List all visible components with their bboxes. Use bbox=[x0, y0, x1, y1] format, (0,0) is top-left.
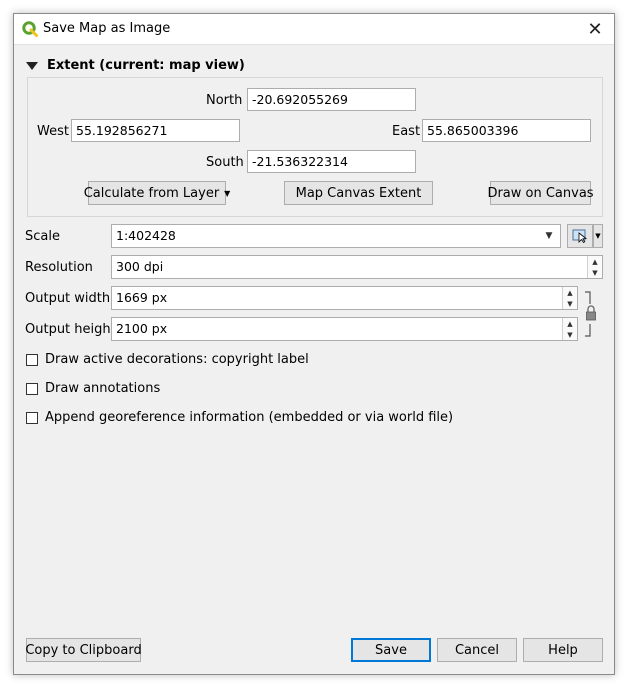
qgis-logo-icon bbox=[22, 21, 38, 37]
south-label: South bbox=[206, 155, 244, 170]
resolution-spinbox[interactable]: 300 dpi ▲ ▼ bbox=[111, 255, 603, 279]
draw-annotations-checkbox[interactable]: Draw annotations bbox=[26, 381, 160, 396]
spin-buttons[interactable]: ▲ ▼ bbox=[587, 256, 602, 278]
spin-up-icon[interactable]: ▲ bbox=[588, 256, 602, 267]
north-field[interactable]: -20.692055269 bbox=[247, 88, 416, 111]
east-field[interactable]: 55.865003396 bbox=[422, 119, 591, 142]
checkbox-icon[interactable] bbox=[26, 382, 38, 395]
append-georeference-checkbox[interactable]: Append georeference information (embedde… bbox=[26, 410, 453, 425]
scale-value: 1:402428 bbox=[116, 228, 176, 243]
scale-menu-button[interactable]: ▼ bbox=[593, 224, 603, 248]
output-width-label: Output width bbox=[25, 291, 111, 306]
scale-from-map-button[interactable] bbox=[567, 224, 593, 248]
spin-down-icon[interactable]: ▼ bbox=[588, 267, 602, 278]
output-height-spinbox[interactable]: 2100 px ▲ ▼ bbox=[111, 317, 578, 341]
title-bar: Save Map as Image ✕ bbox=[14, 14, 614, 45]
map-canvas-extent-button[interactable]: Map Canvas Extent bbox=[284, 181, 433, 205]
west-field[interactable]: 55.192856271 bbox=[71, 119, 240, 142]
west-label: West bbox=[37, 124, 69, 139]
append-georeference-label: Append georeference information (embedde… bbox=[45, 410, 454, 425]
copy-to-clipboard-button[interactable]: Copy to Clipboard bbox=[25, 638, 142, 662]
scale-combobox[interactable]: 1:402428 ▼ bbox=[111, 224, 561, 248]
north-label: North bbox=[206, 93, 243, 108]
extent-group-title: Extent (current: map view) bbox=[47, 58, 245, 73]
draw-decorations-checkbox[interactable]: Draw active decorations: copyright label bbox=[26, 352, 309, 367]
draw-annotations-label: Draw annotations bbox=[45, 381, 161, 396]
calculate-from-layer-label: Calculate from Layer bbox=[83, 185, 220, 201]
dropdown-arrow-icon: ▼ bbox=[224, 188, 231, 198]
save-button[interactable]: Save bbox=[351, 638, 431, 662]
chevron-down-icon: ▼ bbox=[545, 231, 553, 241]
spin-buttons[interactable]: ▲ ▼ bbox=[562, 287, 577, 309]
output-height-value: 2100 px bbox=[116, 321, 168, 336]
output-height-label: Output height bbox=[25, 322, 116, 337]
draw-decorations-label: Draw active decorations: copyright label bbox=[45, 352, 309, 367]
spin-down-icon[interactable]: ▼ bbox=[563, 298, 577, 309]
close-icon: ✕ bbox=[587, 18, 603, 40]
calculate-from-layer-button[interactable]: Calculate from Layer ▼ bbox=[84, 181, 230, 205]
draw-on-canvas-button[interactable]: Draw on Canvas bbox=[487, 181, 594, 205]
select-from-map-icon bbox=[572, 229, 588, 243]
south-field[interactable]: -21.536322314 bbox=[247, 150, 416, 173]
checkbox-icon[interactable] bbox=[26, 353, 38, 366]
output-width-spinbox[interactable]: 1669 px ▲ ▼ bbox=[111, 286, 578, 310]
east-label: East bbox=[392, 124, 421, 139]
spin-up-icon[interactable]: ▲ bbox=[563, 318, 577, 329]
save-map-dialog: Save Map as Image ✕ Extent (current: map… bbox=[13, 13, 615, 675]
spin-buttons[interactable]: ▲ ▼ bbox=[562, 318, 577, 340]
spin-down-icon[interactable]: ▼ bbox=[563, 329, 577, 340]
cancel-button[interactable]: Cancel bbox=[437, 638, 517, 662]
dropdown-arrow-icon: ▼ bbox=[595, 232, 601, 240]
checkbox-icon[interactable] bbox=[26, 411, 38, 424]
resolution-label: Resolution bbox=[25, 260, 93, 275]
window-title: Save Map as Image bbox=[43, 21, 171, 36]
close-button[interactable]: ✕ bbox=[582, 17, 608, 41]
resolution-value: 300 dpi bbox=[116, 259, 164, 274]
scale-label: Scale bbox=[25, 229, 60, 244]
help-button[interactable]: Help bbox=[523, 638, 603, 662]
output-width-value: 1669 px bbox=[116, 290, 168, 305]
lock-aspect-ratio-icon[interactable] bbox=[583, 290, 599, 338]
spin-up-icon[interactable]: ▲ bbox=[563, 287, 577, 298]
collapse-triangle-icon bbox=[26, 62, 38, 70]
extent-group-toggle[interactable]: Extent (current: map view) bbox=[26, 58, 245, 73]
